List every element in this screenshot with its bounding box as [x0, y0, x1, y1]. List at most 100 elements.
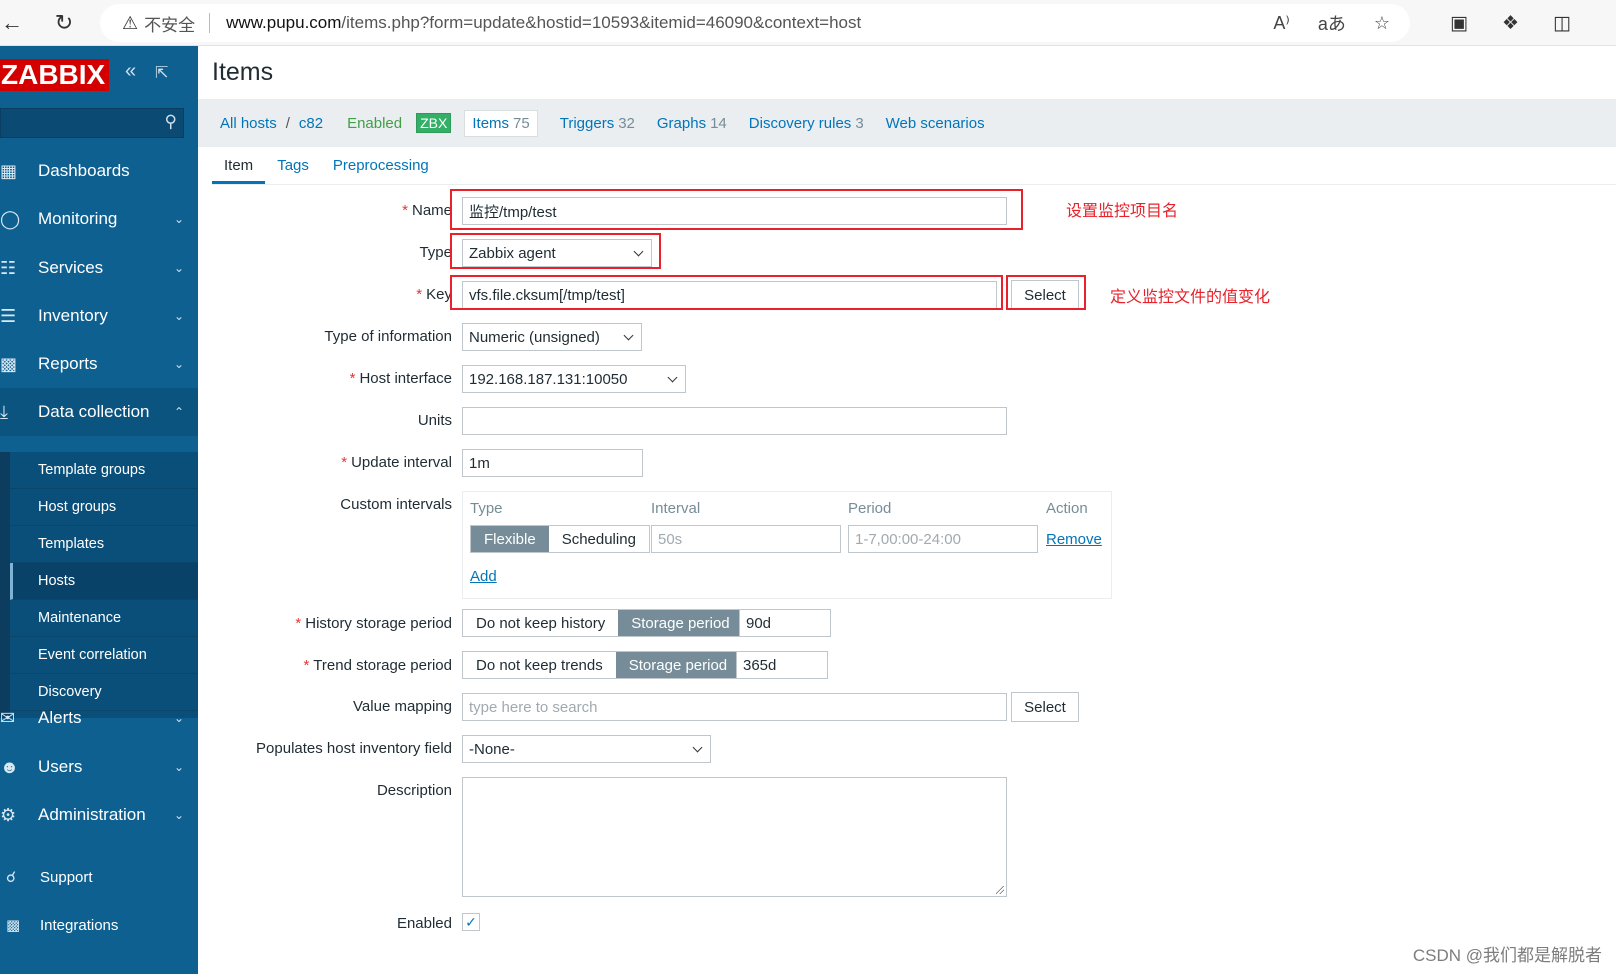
read-aloud-icon[interactable]: A⁾ — [1273, 13, 1289, 34]
security-label: 不安全 — [144, 15, 196, 35]
annotation-box-name — [450, 189, 1023, 230]
value-mapping-select-button[interactable]: Select — [1011, 692, 1079, 722]
ci-scheduling-option[interactable]: Scheduling — [548, 526, 649, 552]
link-label[interactable]: Discovery rules — [749, 115, 852, 132]
host-interface-label: * Host interface — [350, 370, 452, 387]
menu-label: Monitoring — [38, 209, 118, 228]
link-label[interactable]: Web scenarios — [886, 115, 985, 132]
menu-inventory[interactable]: ☰ Inventory ⌄ — [0, 292, 198, 340]
ci-period-input[interactable]: 1-7,00:00-24:00 — [848, 525, 1038, 553]
history-do-not-keep-option[interactable]: Do not keep history — [463, 610, 619, 636]
tab-tags[interactable]: Tags — [265, 157, 321, 184]
submenu-host-groups[interactable]: Host groups — [10, 489, 198, 526]
kiosk-mode-icon[interactable]: ⇱ — [155, 63, 168, 83]
data-collection-submenu: Template groups Host groups Templates Ho… — [0, 452, 198, 718]
update-interval-label: * Update interval — [341, 454, 452, 471]
annotation-box-key — [450, 275, 1003, 310]
menu-alerts[interactable]: ✉ Alerts ⌄ — [0, 694, 198, 742]
host-link-web-scenarios[interactable]: Web scenarios — [886, 115, 985, 132]
chevron-down-icon: ⌄ — [173, 309, 184, 323]
trend-storage-period-option[interactable]: Storage period — [615, 652, 741, 678]
trend-do-not-keep-option[interactable]: Do not keep trends — [463, 652, 616, 678]
menu-integrations[interactable]: ▩ Integrations — [0, 902, 198, 948]
menu-label: Inventory — [38, 306, 108, 325]
back-icon[interactable]: ← — [0, 3, 32, 43]
submenu-template-groups[interactable]: Template groups — [10, 452, 198, 489]
history-storage-period-option[interactable]: Storage period — [618, 610, 743, 636]
annotation-name: 设置监控项目名 — [1066, 203, 1179, 220]
ci-remove-link[interactable]: Remove — [1046, 531, 1102, 548]
submenu-templates[interactable]: Templates — [10, 526, 198, 563]
submenu-hosts[interactable]: Hosts — [10, 563, 198, 600]
zbx-availability-badge: ZBX — [416, 113, 452, 133]
collapse-sidebar-icon[interactable]: « — [125, 60, 136, 83]
host-interface-select[interactable]: 192.168.187.131:10050 — [462, 365, 686, 393]
ci-add-link[interactable]: Add — [470, 568, 497, 585]
menu-support[interactable]: ☌ Support — [0, 854, 198, 900]
submenu-event-correlation[interactable]: Event correlation — [10, 637, 198, 674]
breadcrumb-all-hosts[interactable]: All hosts — [220, 115, 277, 132]
enabled-checkbox[interactable]: ✓ — [462, 913, 480, 931]
link-label[interactable]: Triggers — [560, 115, 614, 132]
menu-dashboards[interactable]: ▦ Dashboards — [0, 147, 198, 195]
warning-icon: ⚠ — [122, 12, 139, 33]
host-link-triggers[interactable]: Triggers 32 — [560, 115, 635, 132]
menu-monitoring[interactable]: ◯ Monitoring ⌄ — [0, 195, 198, 243]
reload-icon[interactable]: ↻ — [44, 3, 84, 43]
link-label[interactable]: Graphs — [657, 115, 706, 132]
description-label: Description — [376, 782, 452, 799]
host-link-discovery-rules[interactable]: Discovery rules 3 — [749, 115, 864, 132]
extension-icon[interactable]: ▣ — [1450, 12, 1468, 35]
zabbix-logo[interactable]: ZABBIX — [0, 59, 109, 91]
label-text: Trend storage period — [313, 657, 452, 674]
update-interval-input[interactable]: 1m — [462, 449, 643, 477]
breadcrumb-host[interactable]: c82 — [299, 115, 323, 132]
chevron-down-icon: ⌄ — [173, 212, 184, 226]
trend-storage-toggle[interactable]: Do not keep trends Storage period — [462, 651, 742, 679]
trend-storage-input[interactable]: 365d — [736, 651, 828, 679]
split-screen-icon[interactable]: ◫ — [1553, 12, 1571, 35]
label-text: Name — [411, 202, 452, 219]
puzzle-icon[interactable]: ❖ — [1502, 12, 1519, 35]
menu-administration[interactable]: ⚙ Administration ⌄ — [0, 791, 198, 839]
history-storage-toggle[interactable]: Do not keep history Storage period — [462, 609, 744, 637]
label-text: Host interface — [359, 370, 452, 387]
page-title: Items — [212, 58, 274, 86]
history-storage-input[interactable]: 90d — [739, 609, 831, 637]
tab-item[interactable]: Item — [212, 157, 266, 184]
inventory-field-select[interactable]: -None- — [462, 735, 711, 763]
address-bar[interactable]: ⚠ 不安全 www.pupu.com/items.php?form=update… — [100, 4, 1410, 42]
value-mapping-input[interactable]: type here to search — [462, 693, 1007, 721]
list-icon: ☰ — [0, 305, 17, 326]
favorite-star-icon[interactable]: ☆ — [1374, 13, 1390, 34]
type-of-information-select[interactable]: Numeric (unsigned) — [462, 323, 642, 351]
eye-icon: ◯ — [0, 208, 21, 229]
description-textarea[interactable] — [462, 777, 1007, 897]
menu-data-collection[interactable]: ⤓ Data collection ⌃ — [0, 388, 198, 436]
ci-interval-input[interactable]: 50s — [651, 525, 841, 553]
sidebar-search-input[interactable]: ⚲ — [0, 108, 184, 138]
required-marker: * — [349, 370, 356, 387]
menu-services[interactable]: ☷ Services ⌄ — [0, 244, 198, 292]
sidebar: ZABBIX « ⇱ ⚲ ▦ Dashboards ◯ Monitoring ⌄… — [0, 46, 198, 974]
search-icon[interactable]: ⚲ — [165, 112, 177, 132]
chevron-down-icon: ⌄ — [173, 808, 184, 822]
envelope-icon: ✉ — [0, 707, 16, 728]
units-input[interactable] — [462, 407, 1007, 435]
item-form: * Name 监控/tmp/test 设置监控项目名 Type Zabbix ag… — [198, 185, 1616, 974]
ci-flexible-option[interactable]: Flexible — [471, 526, 549, 552]
resize-handle-icon[interactable] — [996, 886, 1004, 894]
browser-toolbar: ← ↻ ⚠ 不安全 www.pupu.com/items.php?form=up… — [0, 0, 1616, 46]
link-label[interactable]: Items — [472, 115, 509, 132]
translate-icon[interactable]: aあ — [1318, 10, 1346, 36]
menu-reports[interactable]: ▩ Reports ⌄ — [0, 340, 198, 388]
host-link-items[interactable]: Items 75 — [464, 109, 538, 137]
tab-preprocessing[interactable]: Preprocessing — [321, 157, 441, 184]
ci-header-period: Period — [848, 500, 892, 517]
host-link-graphs[interactable]: Graphs 14 — [657, 115, 727, 132]
integrations-icon: ▩ — [6, 917, 21, 934]
users-icon: ☻ — [0, 756, 19, 777]
ci-type-toggle[interactable]: Flexible Scheduling — [470, 525, 650, 553]
menu-users[interactable]: ☻ Users ⌄ — [0, 743, 198, 791]
submenu-maintenance[interactable]: Maintenance — [10, 600, 198, 637]
